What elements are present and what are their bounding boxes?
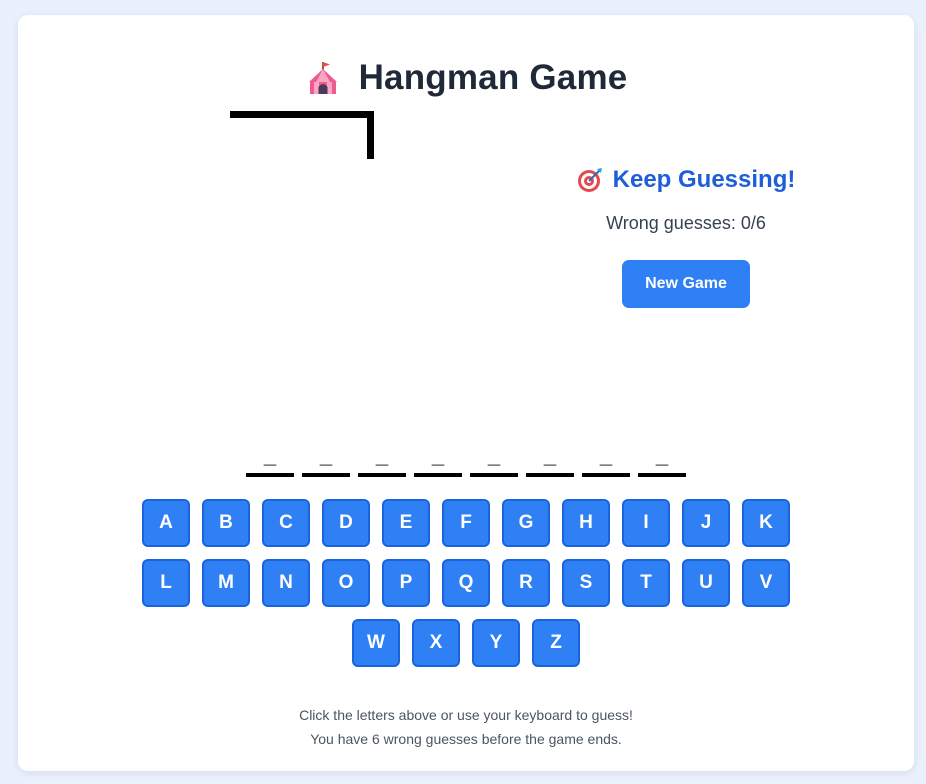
keyboard-row: A B C D E F G H I J K (18, 499, 914, 547)
letter-key-p[interactable]: P (382, 559, 430, 607)
page-title: Hangman Game (358, 58, 628, 97)
letter-key-c[interactable]: C (262, 499, 310, 547)
letter-key-e[interactable]: E (382, 499, 430, 547)
letter-key-d[interactable]: D (322, 499, 370, 547)
letter-slot: _ (470, 441, 518, 477)
new-game-button[interactable]: New Game (622, 260, 750, 308)
letter-key-q[interactable]: Q (442, 559, 490, 607)
letter-key-k[interactable]: K (742, 499, 790, 547)
status-message-row: Keep Guessing! (528, 165, 844, 195)
letter-key-f[interactable]: F (442, 499, 490, 547)
letter-slot: _ (302, 441, 350, 477)
keyboard-row: L M N O P Q R S T U V (18, 559, 914, 607)
instructions-line-2: You have 6 wrong guesses before the game… (310, 731, 622, 747)
instructions: Click the letters above or use your keyb… (18, 703, 914, 751)
circus-tent-icon (305, 60, 341, 96)
instructions-line-1: Click the letters above or use your keyb… (299, 707, 633, 723)
status-panel: Keep Guessing! Wrong guesses: 0/6 New Ga… (528, 165, 844, 308)
letter-slot: _ (358, 441, 406, 477)
letter-key-t[interactable]: T (622, 559, 670, 607)
letter-key-g[interactable]: G (502, 499, 550, 547)
letter-key-b[interactable]: B (202, 499, 250, 547)
letter-slot: _ (638, 441, 686, 477)
keyboard-row: W X Y Z (18, 619, 914, 667)
letter-key-z[interactable]: Z (532, 619, 580, 667)
letter-key-j[interactable]: J (682, 499, 730, 547)
letter-key-n[interactable]: N (262, 559, 310, 607)
letter-key-m[interactable]: M (202, 559, 250, 607)
letter-key-o[interactable]: O (322, 559, 370, 607)
letter-key-h[interactable]: H (562, 499, 610, 547)
letter-key-u[interactable]: U (682, 559, 730, 607)
letter-keyboard: A B C D E F G H I J K L M N O P Q R S T … (18, 499, 914, 679)
letter-slot: _ (414, 441, 462, 477)
letter-key-i[interactable]: I (622, 499, 670, 547)
letter-key-r[interactable]: R (502, 559, 550, 607)
wrong-guesses-counter: Wrong guesses: 0/6 (606, 213, 766, 233)
hangman-gallows (230, 111, 390, 186)
word-display: _ _ _ _ _ _ _ _ (18, 441, 914, 477)
letter-slot: _ (246, 441, 294, 477)
letter-key-w[interactable]: W (352, 619, 400, 667)
letter-key-v[interactable]: V (742, 559, 790, 607)
letter-key-l[interactable]: L (142, 559, 190, 607)
page-header: Hangman Game (18, 55, 914, 101)
letter-key-a[interactable]: A (142, 499, 190, 547)
letter-key-x[interactable]: X (412, 619, 460, 667)
status-message: Keep Guessing! (612, 166, 796, 193)
game-card: Hangman Game Keep Guessing! Wrong guesse… (18, 15, 914, 771)
letter-slot: _ (526, 441, 574, 477)
letter-slot: _ (582, 441, 630, 477)
letter-key-y[interactable]: Y (472, 619, 520, 667)
target-icon (577, 167, 603, 193)
letter-key-s[interactable]: S (562, 559, 610, 607)
